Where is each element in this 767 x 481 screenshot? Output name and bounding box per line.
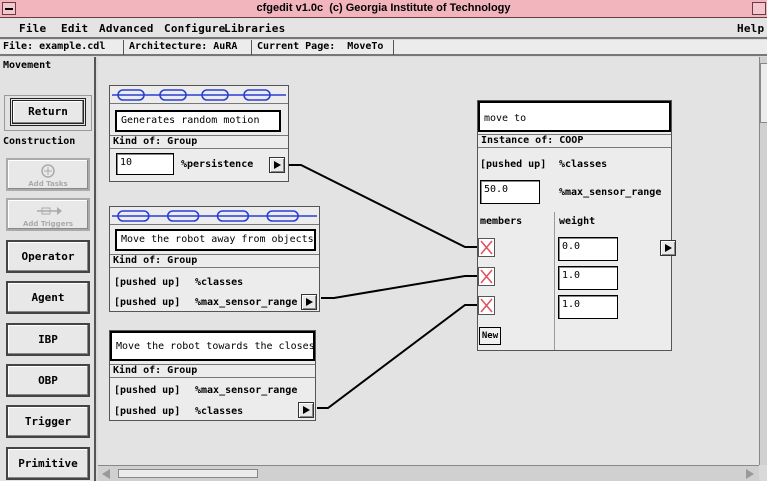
param-name: %classes bbox=[195, 406, 244, 417]
agent-description[interactable]: Move the robot towards the closest bbox=[110, 331, 315, 361]
menu-edit-label: Edit bbox=[61, 22, 89, 35]
weight-label: weight bbox=[559, 216, 596, 227]
agent-move-to[interactable]: move to Instance of: COOP [pushed up] %c… bbox=[477, 100, 676, 351]
weight-field-1[interactable]: 0.0 bbox=[558, 237, 618, 261]
add-tasks-label: Add Tasks bbox=[28, 180, 68, 188]
window-maximize-button[interactable] bbox=[752, 2, 766, 15]
primitive-button[interactable]: Primitive bbox=[6, 447, 90, 480]
info-separator bbox=[393, 40, 394, 55]
obp-button[interactable]: OBP bbox=[6, 364, 90, 397]
agent-name[interactable]: move to bbox=[478, 101, 671, 132]
menu-file[interactable]: File bbox=[19, 22, 46, 35]
column-divider bbox=[554, 212, 555, 350]
output-port-button[interactable] bbox=[660, 240, 676, 256]
close-icon bbox=[480, 269, 493, 284]
menu-edit[interactable]: Edit bbox=[61, 22, 88, 35]
play-icon bbox=[303, 406, 310, 414]
window-title: cfgedit v1.0c (c) Georgia Institute of T… bbox=[256, 2, 511, 14]
vertical-scrollbar[interactable] bbox=[759, 57, 767, 465]
info-bar: File: example.cdl Architecture: AuRA Cur… bbox=[0, 40, 767, 56]
member-slot-3[interactable] bbox=[478, 296, 495, 315]
add-tasks-button[interactable]: Add Tasks bbox=[6, 158, 90, 191]
menu-help-label: Help bbox=[737, 22, 765, 35]
persistence-label: %persistence bbox=[181, 159, 254, 170]
close-icon bbox=[480, 240, 493, 255]
config-canvas[interactable]: Generates random motion Kind of: Group 1… bbox=[98, 57, 759, 465]
chain-icon bbox=[110, 207, 319, 225]
member-slot-1[interactable] bbox=[478, 238, 495, 257]
new-member-button[interactable]: New bbox=[479, 327, 501, 345]
add-triggers-label: Add Triggers bbox=[22, 220, 74, 228]
menu-advanced[interactable]: Advanced bbox=[99, 22, 154, 35]
ibp-button[interactable]: IBP bbox=[6, 323, 90, 356]
param-status: [pushed up] bbox=[114, 297, 181, 308]
current-page: Current Page: MoveTo bbox=[257, 41, 384, 52]
scroll-left-icon[interactable] bbox=[102, 469, 110, 479]
agent-kind: Kind of: Group bbox=[110, 135, 288, 149]
add-tasks-icon bbox=[41, 164, 55, 178]
menu-configure-label: Configure bbox=[164, 22, 226, 35]
add-triggers-icon bbox=[37, 207, 62, 215]
param-status: [pushed up] bbox=[114, 406, 181, 417]
agent-instance: Instance of: COOP bbox=[478, 134, 671, 148]
add-triggers-button[interactable]: Add Triggers bbox=[6, 198, 90, 231]
param-name: %max_sensor_range bbox=[195, 385, 298, 396]
construction-label: Construction bbox=[3, 136, 76, 147]
max-range-value-field[interactable]: 50.0 bbox=[480, 180, 540, 204]
param-status: [pushed up] bbox=[114, 385, 181, 396]
menu-help[interactable]: Help bbox=[737, 22, 764, 35]
member-slot-2[interactable] bbox=[478, 267, 495, 286]
weight-field-3[interactable]: 1.0 bbox=[558, 295, 618, 319]
return-button[interactable]: Return bbox=[10, 98, 86, 126]
horizontal-scrollbar[interactable] bbox=[98, 465, 759, 481]
menu-file-label: File bbox=[19, 22, 47, 35]
info-separator bbox=[251, 40, 252, 55]
title-bar: cfgedit v1.0c (c) Georgia Institute of T… bbox=[0, 0, 767, 18]
operator-button[interactable]: Operator bbox=[6, 240, 90, 273]
trigger-button[interactable]: Trigger bbox=[6, 405, 90, 438]
movement-label: Movement bbox=[3, 60, 52, 71]
palette: Movement Return Construction Add Tasks A… bbox=[0, 57, 96, 481]
param-name: %classes bbox=[559, 159, 608, 170]
menu-libraries[interactable]: Libraries bbox=[224, 22, 285, 35]
close-icon bbox=[480, 298, 493, 313]
chain-icon bbox=[110, 86, 288, 104]
agent-button[interactable]: Agent bbox=[6, 281, 90, 314]
scroll-right-icon[interactable] bbox=[746, 469, 754, 479]
menu-libraries-label: Libraries bbox=[224, 22, 286, 35]
output-port-button[interactable] bbox=[298, 402, 314, 418]
agent-move-towards[interactable]: Move the robot towards the closest Kind … bbox=[109, 330, 316, 421]
current-file: File: example.cdl bbox=[3, 41, 106, 52]
agent-description[interactable]: Move the robot away from objects bbox=[115, 229, 316, 251]
weight-field-2[interactable]: 1.0 bbox=[558, 266, 618, 290]
play-icon bbox=[274, 161, 281, 169]
max-range-label: %max_sensor_range bbox=[559, 187, 662, 198]
agent-avoid-objects[interactable]: Move the robot away from objects Kind of… bbox=[109, 206, 320, 312]
agent-kind: Kind of: Group bbox=[110, 364, 315, 378]
param-name: %classes bbox=[195, 277, 244, 288]
info-separator bbox=[123, 40, 124, 55]
agent-kind: Kind of: Group bbox=[110, 254, 319, 268]
menu-advanced-label: Advanced bbox=[99, 22, 154, 35]
persistence-value-field[interactable]: 10 bbox=[116, 153, 174, 175]
current-architecture: Architecture: AuRA bbox=[129, 41, 238, 52]
menu-bar: File Edit Advanced Configure Libraries H… bbox=[0, 18, 767, 39]
wire-avoid-to-member2 bbox=[321, 275, 477, 299]
menu-configure[interactable]: Configure bbox=[164, 22, 225, 35]
play-icon bbox=[665, 244, 672, 252]
param-status: [pushed up] bbox=[114, 277, 181, 288]
horizontal-scroll-thumb[interactable] bbox=[118, 469, 258, 478]
output-port-button[interactable] bbox=[269, 157, 285, 173]
agent-random-motion[interactable]: Generates random motion Kind of: Group 1… bbox=[109, 85, 289, 182]
output-port-button[interactable] bbox=[301, 294, 317, 310]
param-status: [pushed up] bbox=[480, 159, 547, 170]
agent-description[interactable]: Generates random motion bbox=[115, 110, 281, 132]
param-name: %max_sensor_range bbox=[195, 297, 298, 308]
play-icon bbox=[306, 298, 313, 306]
wire-towards-to-member3 bbox=[317, 304, 477, 409]
members-label: members bbox=[480, 216, 523, 227]
vertical-scroll-thumb[interactable] bbox=[760, 63, 767, 123]
